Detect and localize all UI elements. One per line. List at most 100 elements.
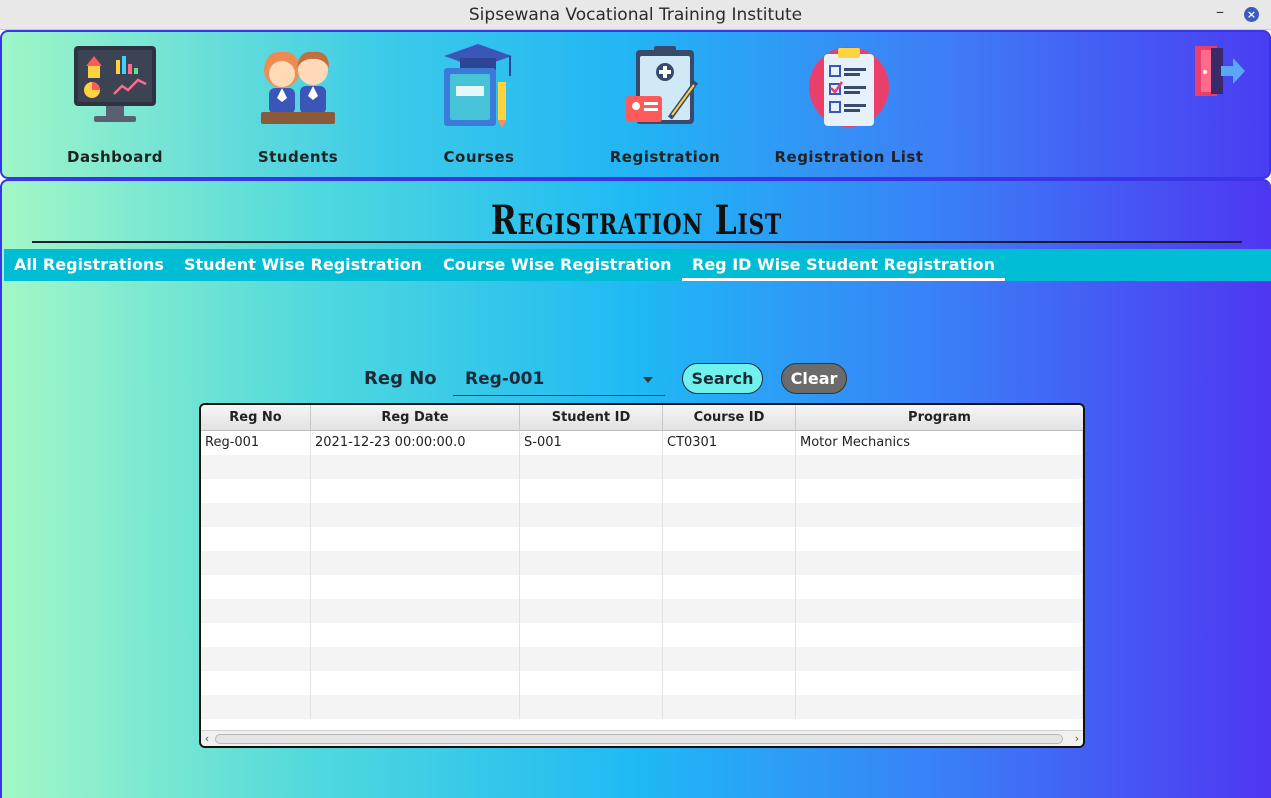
students-icon <box>261 51 335 124</box>
table-cell <box>796 599 1083 623</box>
table-cell <box>311 551 520 575</box>
registration-table[interactable]: Reg No Reg Date Student ID Course ID Pro… <box>199 403 1085 748</box>
window-title: Sipsewana Vocational Training Institute <box>468 4 803 25</box>
table-cell <box>201 527 311 551</box>
table-cell <box>520 527 663 551</box>
tab-student-wise-registration[interactable]: Student Wise Registration <box>184 249 422 281</box>
table-cell <box>663 551 796 575</box>
close-button[interactable]: × <box>1244 7 1259 22</box>
content-panel: Registration List All Registrations Stud… <box>0 179 1271 798</box>
table-cell <box>311 527 520 551</box>
chevron-down-icon[interactable] <box>643 377 653 383</box>
table-cell <box>201 575 311 599</box>
nav-item-label: Registration <box>609 148 721 166</box>
table-cell <box>663 479 796 503</box>
table-cell <box>796 695 1083 719</box>
registration-clipboard-icon <box>626 46 699 124</box>
heading-divider <box>32 241 1242 243</box>
table-row[interactable]: Reg-001 2021-12-23 00:00:00.0 S-001 CT0301 M… <box>201 431 1083 455</box>
horizontal-scrollbar[interactable]: ‹ › <box>201 730 1083 746</box>
column-header-reg-no[interactable]: Reg No <box>201 405 311 431</box>
nav-item-registration[interactable]: Registration <box>590 42 740 166</box>
table-cell <box>201 551 311 575</box>
table-cell: S-001 <box>520 431 663 455</box>
table-cell <box>201 599 311 623</box>
table-cell <box>663 503 796 527</box>
table-cell <box>663 671 796 695</box>
nav-item-dashboard[interactable]: Dashboard <box>40 42 190 166</box>
table-cell <box>520 551 663 575</box>
nav-item-label: Registration List <box>774 148 924 166</box>
table-cell <box>311 647 520 671</box>
table-cell <box>520 695 663 719</box>
table-cell <box>796 479 1083 503</box>
table-row[interactable] <box>201 503 1083 527</box>
table-cell <box>796 575 1083 599</box>
table-row[interactable] <box>201 527 1083 551</box>
table-cell <box>520 671 663 695</box>
nav-item-label: Courses <box>443 148 515 166</box>
table-row[interactable] <box>201 647 1083 671</box>
table-row[interactable] <box>201 695 1083 719</box>
table-row[interactable] <box>201 479 1083 503</box>
table-header: Reg No Reg Date Student ID Course ID Pro… <box>201 405 1083 431</box>
table-cell <box>796 623 1083 647</box>
table-row[interactable] <box>201 623 1083 647</box>
tab-all-registrations[interactable]: All Registrations <box>14 249 164 281</box>
column-header-reg-date[interactable]: Reg Date <box>311 405 520 431</box>
table-cell <box>201 479 311 503</box>
registration-list-icon <box>809 47 889 127</box>
search-button[interactable]: Search <box>682 363 763 394</box>
table-cell <box>201 695 311 719</box>
scrollbar-thumb[interactable] <box>215 734 1063 744</box>
table-cell <box>663 527 796 551</box>
table-cell <box>520 647 663 671</box>
table-row[interactable] <box>201 455 1083 479</box>
table-cell <box>520 575 663 599</box>
table-cell <box>311 623 520 647</box>
table-cell <box>663 623 796 647</box>
column-header-program[interactable]: Program <box>796 405 1083 431</box>
table-cell <box>663 599 796 623</box>
nav-item-label: Dashboard <box>67 148 163 166</box>
column-header-course-id[interactable]: Course ID <box>663 405 796 431</box>
table-row[interactable] <box>201 599 1083 623</box>
tab-bar: All Registrations Student Wise Registrat… <box>4 249 1271 281</box>
scroll-left-icon[interactable]: ‹ <box>201 731 213 746</box>
table-cell: Motor Mechanics <box>796 431 1083 455</box>
table-cell <box>201 623 311 647</box>
table-cell <box>796 671 1083 695</box>
table-cell <box>201 455 311 479</box>
table-cell <box>663 455 796 479</box>
table-row[interactable] <box>201 671 1083 695</box>
nav-item-students[interactable]: Students <box>223 42 373 166</box>
reg-no-combobox[interactable]: Reg-001 <box>453 364 665 396</box>
tab-reg-id-wise-student-registration[interactable]: Reg ID Wise Student Registration <box>682 249 1006 281</box>
table-row[interactable] <box>201 575 1083 599</box>
scroll-right-icon[interactable]: › <box>1071 731 1083 746</box>
table-cell <box>796 551 1083 575</box>
courses-books-icon <box>444 44 512 128</box>
table-cell <box>311 479 520 503</box>
clear-button[interactable]: Clear <box>781 363 847 394</box>
table-row[interactable] <box>201 551 1083 575</box>
table-cell <box>663 647 796 671</box>
table-cell <box>796 503 1083 527</box>
table-cell <box>520 599 663 623</box>
exit-door-icon[interactable] <box>1191 44 1247 98</box>
table-cell: Reg-001 <box>201 431 311 455</box>
table-cell <box>796 527 1083 551</box>
nav-item-registration-list[interactable]: Registration List <box>774 42 924 166</box>
column-header-student-id[interactable]: Student ID <box>520 405 663 431</box>
table-cell: 2021-12-23 00:00:00.0 <box>311 431 520 455</box>
table-cell <box>663 695 796 719</box>
dashboard-monitor-icon <box>74 46 156 122</box>
tab-course-wise-registration[interactable]: Course Wise Registration <box>443 249 672 281</box>
reg-no-selected-value: Reg-001 <box>465 369 545 389</box>
table-cell: CT0301 <box>663 431 796 455</box>
reg-no-label: Reg No <box>364 368 437 389</box>
nav-item-courses[interactable]: Courses <box>404 42 554 166</box>
nav-panel: Dashboard Students Courses Registration … <box>0 30 1271 179</box>
minimize-button[interactable]: – <box>1211 4 1229 23</box>
table-cell <box>201 647 311 671</box>
